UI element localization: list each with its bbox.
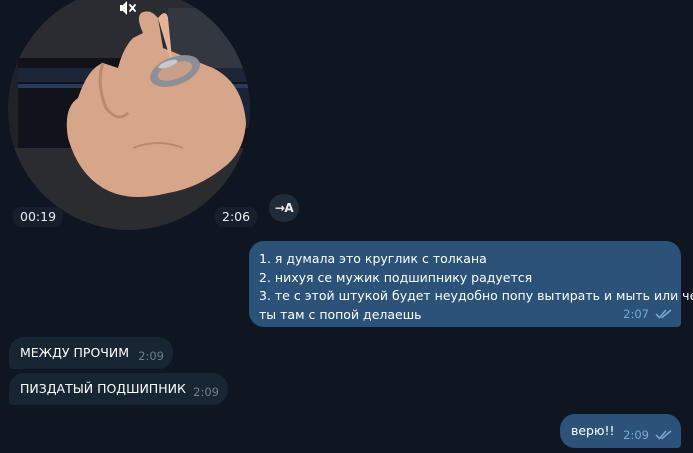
incoming-message[interactable]: ПИЗДАТЫЙ ПОДШИПНИК 2:09 [9,373,228,405]
video-frame [8,0,250,230]
message-line: 2. нихуя се мужик подшипнику радуется [259,269,533,285]
translate-icon: →A [274,201,294,215]
message-time: 2:09 [623,427,649,442]
muted-speaker-icon[interactable] [119,0,137,16]
incoming-message[interactable]: МЕЖДУ ПРОЧИМ 2:09 [9,337,173,369]
video-duration: 00:19 [13,207,64,227]
outgoing-message[interactable]: верю!! 2:09 [560,414,681,448]
message-line: 3. те с этой штукой будет неудобно попу … [259,288,693,303]
translate-button[interactable]: →A [269,194,299,222]
message-time: 2:07 [623,306,649,321]
video-message[interactable] [8,0,250,230]
message-text: МЕЖДУ ПРОЧИМ [20,345,129,360]
double-check-icon [655,430,672,440]
message-line: 1. я думала это круглик с толкана [259,251,487,266]
double-check-icon [655,309,672,319]
message-time: 2:09 [138,348,164,363]
outgoing-message[interactable]: 1. я думала это круглик с толкана 2. них… [249,241,693,327]
message-line: ты там с попой делаешь [259,306,422,322]
message-text: ПИЗДАТЫЙ ПОДШИПНИК [20,381,186,396]
message-meta: 2:09 [623,426,673,445]
message-time: 2:09 [193,384,219,399]
message-meta: 2:07 [623,305,673,324]
message-text: верю!! [571,423,615,438]
chat-history: 00:19 2:06 →A 1. я думала это круглик с … [0,0,693,453]
video-timestamp: 2:06 [215,207,258,227]
